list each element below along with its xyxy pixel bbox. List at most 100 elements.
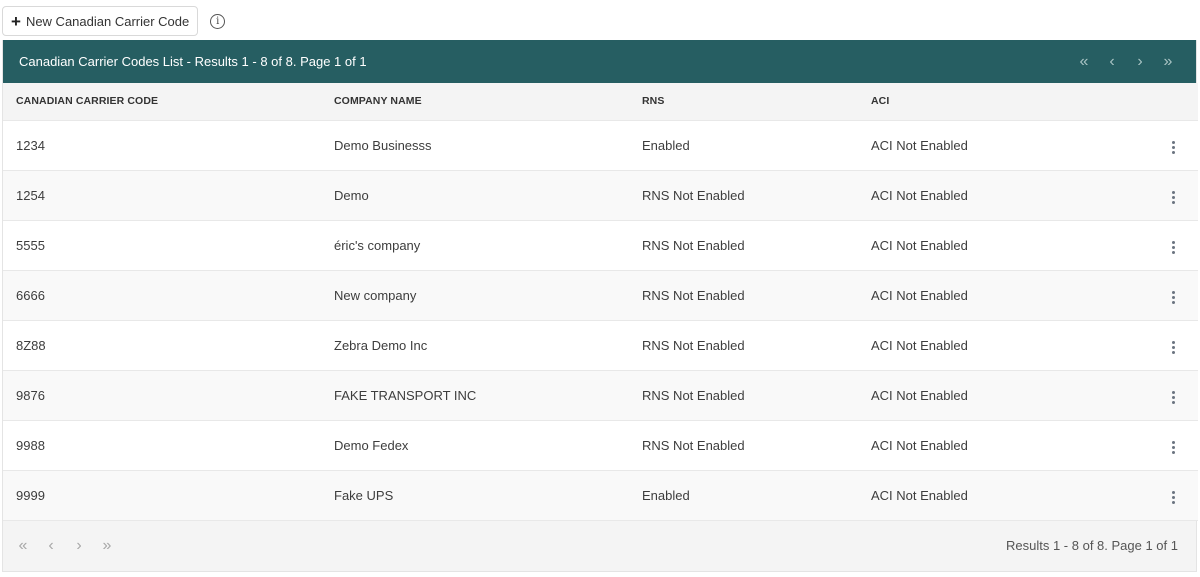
new-button-label: New Canadian Carrier Code xyxy=(25,13,190,29)
rns-cell: RNS Not Enabled xyxy=(642,337,745,353)
column-header-company-name[interactable]: COMPANY NAME xyxy=(321,83,629,121)
carrier-code-cell: 1234 xyxy=(16,137,45,153)
rns-cell: RNS Not Enabled xyxy=(642,387,745,403)
kebab-dot xyxy=(1171,451,1175,454)
first-page-icon[interactable]: « xyxy=(1070,53,1098,70)
kebab-dot xyxy=(1171,301,1175,304)
carrier-code-cell: 9876 xyxy=(16,387,45,403)
table-row[interactable]: 9876 FAKE TRANSPORT INC RNS Not Enabled ACI… xyxy=(3,370,1198,420)
aci-cell: ACI Not Enabled xyxy=(871,187,968,203)
more-vertical-icon[interactable] xyxy=(1168,337,1179,358)
more-vertical-icon[interactable] xyxy=(1168,387,1179,408)
first-page-icon[interactable]: « xyxy=(9,537,37,554)
prev-page-icon[interactable]: ‹ xyxy=(1098,53,1126,70)
table-row[interactable]: 9988 Demo Fedex RNS Not Enabled ACI Not Ena… xyxy=(3,420,1198,470)
kebab-dot xyxy=(1171,441,1175,444)
panel-footer: « ‹ › » Results 1 - 8 of 8. Page 1 of 1 xyxy=(3,520,1196,571)
carrier-codes-table: CANADIAN CARRIER CODE COMPANY NAME RNS A… xyxy=(3,83,1198,521)
company-name-cell: Zebra Demo Inc xyxy=(334,337,428,353)
kebab-dot xyxy=(1171,501,1175,504)
row-actions-cell xyxy=(1148,420,1198,470)
kebab-dot xyxy=(1171,196,1175,199)
row-actions-cell xyxy=(1148,170,1198,220)
more-vertical-icon[interactable] xyxy=(1168,437,1179,458)
rns-cell: RNS Not Enabled xyxy=(642,237,745,253)
row-actions-cell xyxy=(1148,370,1198,420)
aci-cell: ACI Not Enabled xyxy=(871,237,968,253)
aci-cell: ACI Not Enabled xyxy=(871,387,968,403)
more-vertical-icon[interactable] xyxy=(1168,487,1179,508)
column-header-carrier-code[interactable]: CANADIAN CARRIER CODE xyxy=(3,83,321,121)
kebab-dot xyxy=(1171,491,1175,494)
prev-page-icon[interactable]: ‹ xyxy=(37,537,65,554)
table-header-row: CANADIAN CARRIER CODE COMPANY NAME RNS A… xyxy=(3,83,1198,121)
last-page-icon[interactable]: » xyxy=(1154,53,1182,70)
table-row[interactable]: 8Z88 Zebra Demo Inc RNS Not Enabled ACI Not… xyxy=(3,320,1198,370)
kebab-dot xyxy=(1171,151,1175,154)
kebab-dot xyxy=(1171,341,1175,344)
rns-cell: RNS Not Enabled xyxy=(642,437,745,453)
results-summary: Results 1 - 8 of 8. Page 1 of 1 xyxy=(1006,538,1178,553)
row-actions-cell xyxy=(1148,470,1198,520)
column-header-rns[interactable]: RNS xyxy=(629,83,858,121)
aci-cell: ACI Not Enabled xyxy=(871,437,968,453)
carrier-code-cell: 6666 xyxy=(16,287,45,303)
table-row[interactable]: 6666 New company RNS Not Enabled ACI Not En… xyxy=(3,270,1198,320)
kebab-dot xyxy=(1171,351,1175,354)
kebab-dot xyxy=(1171,396,1175,399)
carrier-codes-panel: Canadian Carrier Codes List - Results 1 … xyxy=(2,40,1198,572)
rns-cell: Enabled xyxy=(642,137,690,153)
kebab-dot xyxy=(1171,391,1175,394)
rns-cell: RNS Not Enabled xyxy=(642,287,745,303)
more-vertical-icon[interactable] xyxy=(1168,287,1179,308)
company-name-cell: Fake UPS xyxy=(334,487,394,503)
last-page-icon[interactable]: » xyxy=(93,537,121,554)
table-row[interactable]: 5555 éric's company RNS Not Enabled ACI Not… xyxy=(3,220,1198,270)
company-name-cell: éric's company xyxy=(334,237,421,253)
kebab-dot xyxy=(1171,296,1175,299)
row-actions-cell xyxy=(1148,320,1198,370)
kebab-dot xyxy=(1171,201,1175,204)
carrier-code-cell: 9988 xyxy=(16,437,45,453)
new-canadian-carrier-code-button[interactable]: + New Canadian Carrier Code xyxy=(2,6,199,36)
kebab-dot xyxy=(1171,241,1175,244)
aci-cell: ACI Not Enabled xyxy=(871,487,968,503)
row-actions-cell xyxy=(1148,270,1198,320)
kebab-dot xyxy=(1171,401,1175,404)
rns-cell: RNS Not Enabled xyxy=(642,187,745,203)
next-page-icon[interactable]: › xyxy=(1126,53,1154,70)
table-row[interactable]: 9999 Fake UPS Enabled ACI Not Enabled xyxy=(3,470,1198,520)
column-header-actions xyxy=(1148,83,1198,121)
footer-pager: « ‹ › » xyxy=(9,537,121,554)
kebab-dot xyxy=(1171,291,1175,294)
next-page-icon[interactable]: › xyxy=(65,537,93,554)
info-icon[interactable]: i xyxy=(210,13,226,29)
kebab-dot xyxy=(1171,446,1175,449)
rns-cell: Enabled xyxy=(642,487,690,503)
company-name-cell: Demo xyxy=(334,187,369,203)
carrier-code-cell: 9999 xyxy=(16,487,45,503)
kebab-dot xyxy=(1171,251,1175,254)
company-name-cell: New company xyxy=(334,287,417,303)
row-actions-cell xyxy=(1148,120,1198,170)
table-row[interactable]: 1234 Demo Businesss Enabled ACI Not Enabled xyxy=(3,120,1198,170)
panel-header: Canadian Carrier Codes List - Results 1 … xyxy=(3,40,1196,83)
kebab-dot xyxy=(1171,141,1175,144)
kebab-dot xyxy=(1171,246,1175,249)
aci-cell: ACI Not Enabled xyxy=(871,337,968,353)
more-vertical-icon[interactable] xyxy=(1168,187,1179,208)
aci-cell: ACI Not Enabled xyxy=(871,287,968,303)
company-name-cell: Demo Businesss xyxy=(334,137,432,153)
carrier-code-cell: 1254 xyxy=(16,187,45,203)
kebab-dot xyxy=(1171,191,1175,194)
table-row[interactable]: 1254 Demo RNS Not Enabled ACI Not Enabled xyxy=(3,170,1198,220)
row-actions-cell xyxy=(1148,220,1198,270)
kebab-dot xyxy=(1171,146,1175,149)
plus-icon: + xyxy=(11,11,21,31)
more-vertical-icon[interactable] xyxy=(1168,137,1179,158)
column-header-aci[interactable]: ACI xyxy=(858,83,1148,121)
more-vertical-icon[interactable] xyxy=(1168,237,1179,258)
kebab-dot xyxy=(1171,496,1175,499)
header-pager: « ‹ › » xyxy=(1070,53,1182,70)
kebab-dot xyxy=(1171,346,1175,349)
